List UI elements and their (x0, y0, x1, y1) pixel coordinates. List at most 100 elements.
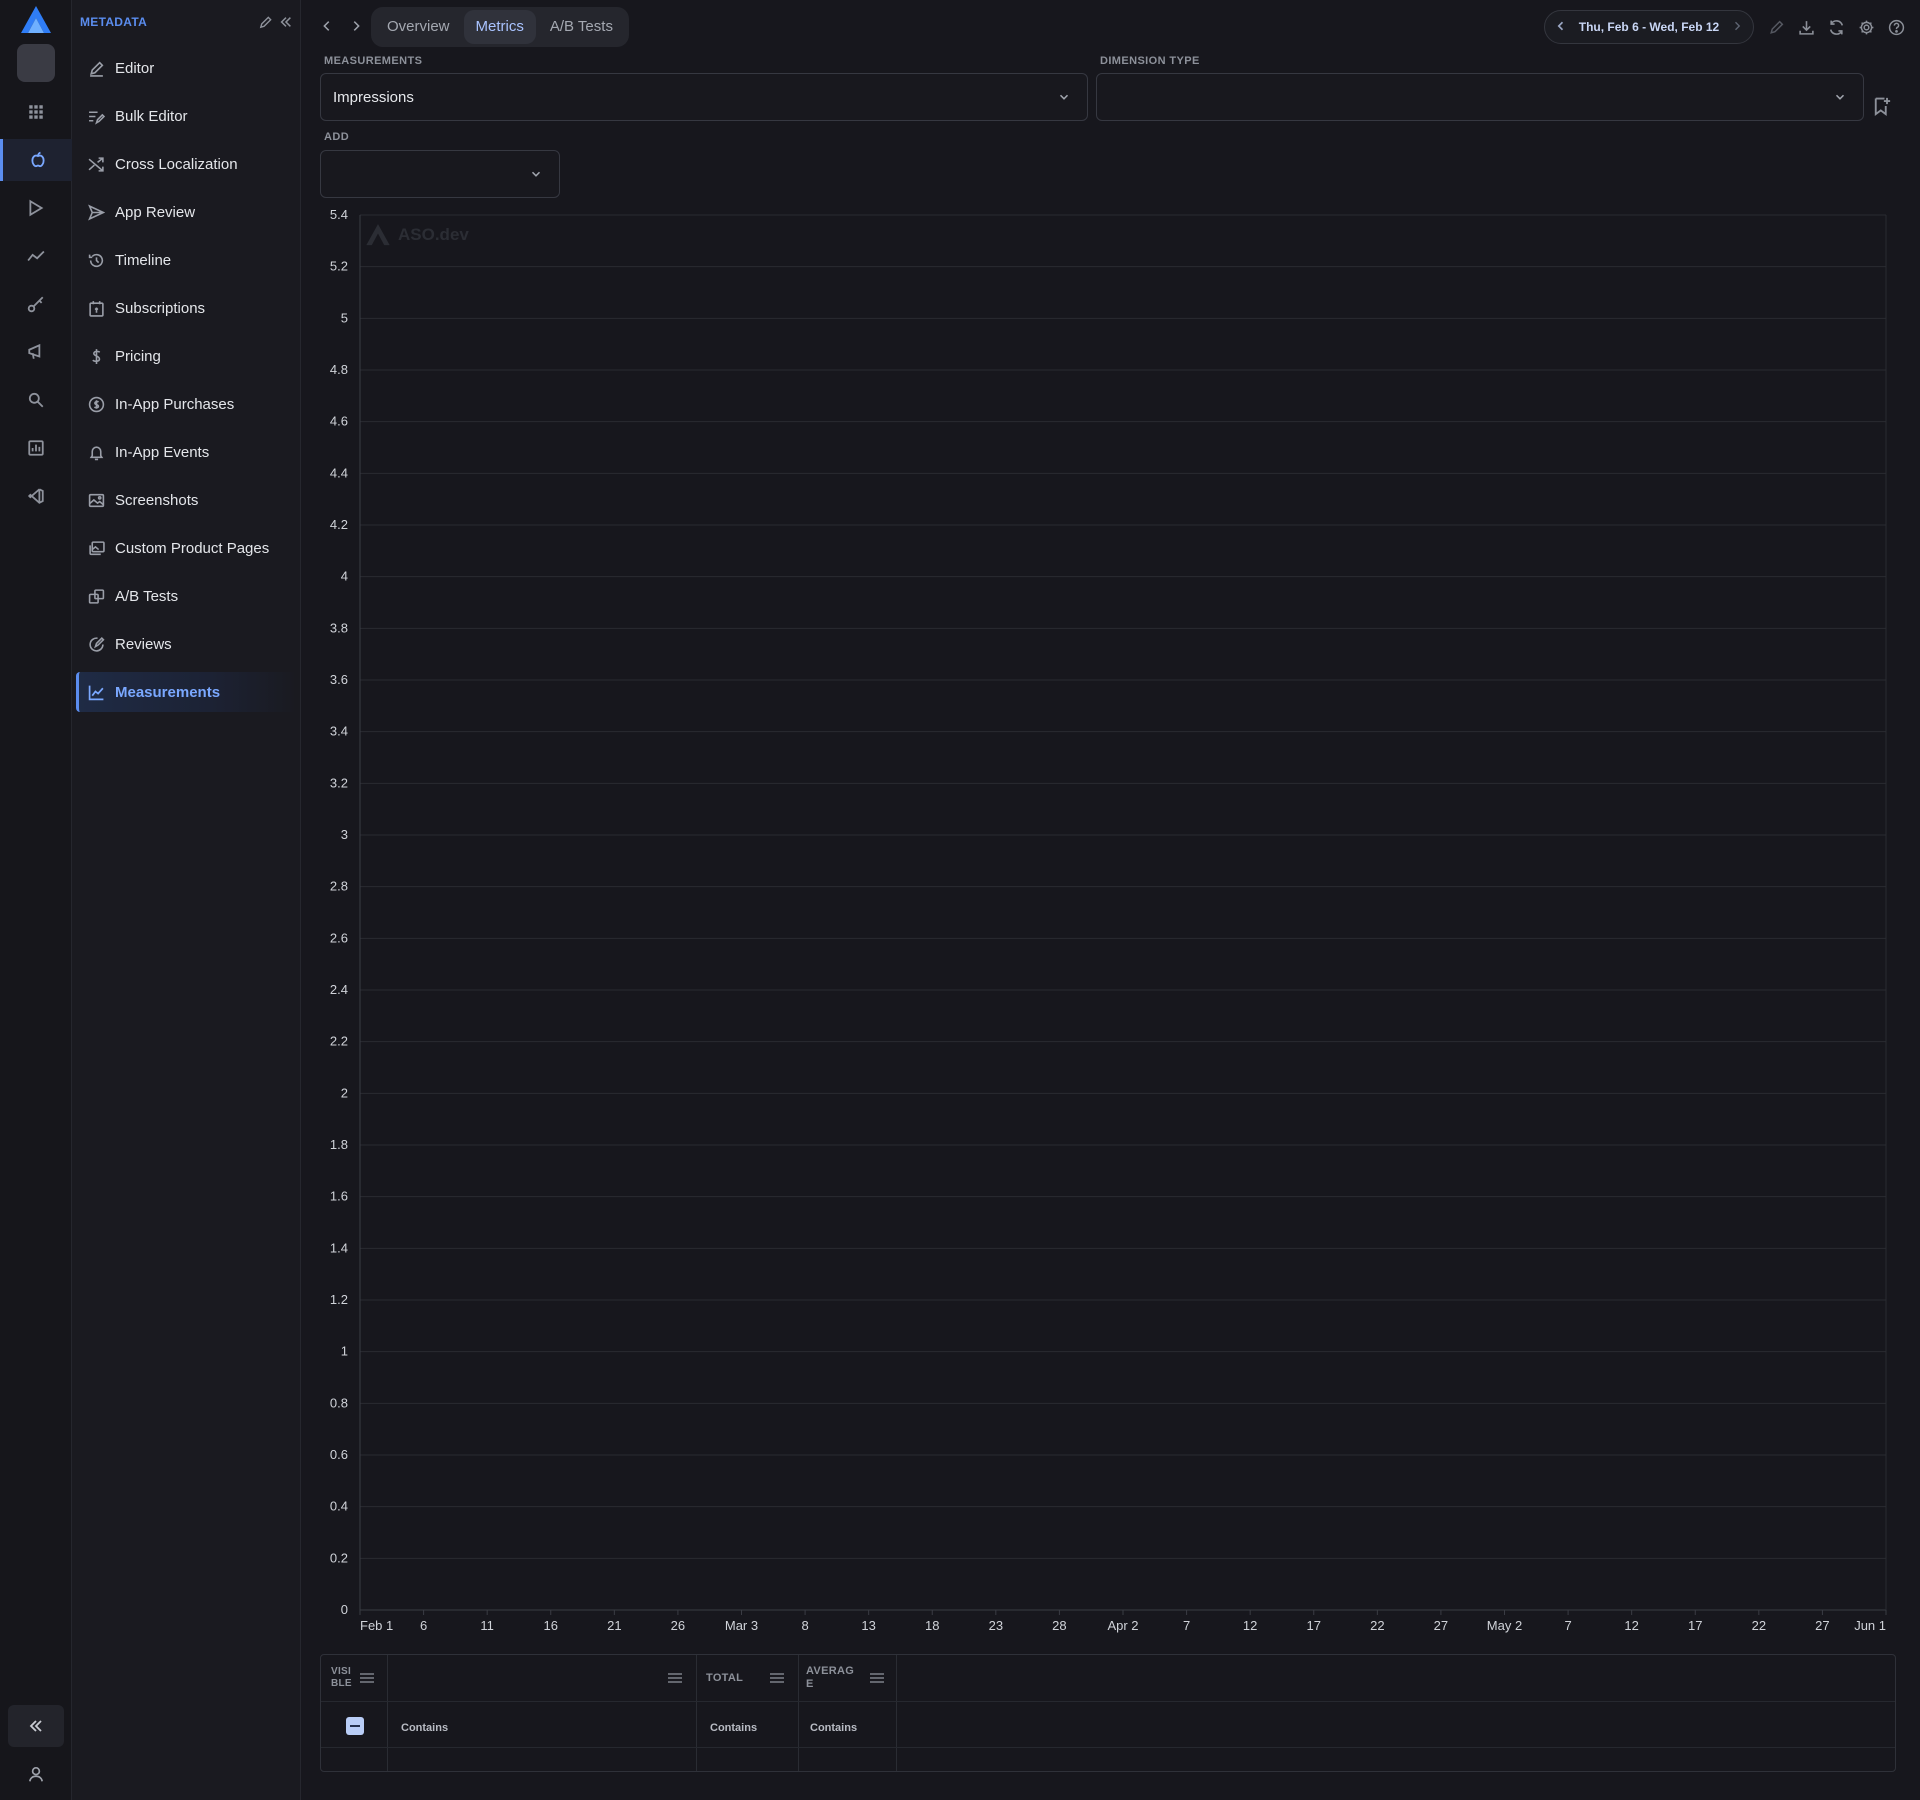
measurements-select[interactable]: Impressions (320, 73, 1088, 121)
column-menu-icon[interactable] (359, 1672, 375, 1684)
apps-grid-icon[interactable] (0, 91, 72, 133)
column-menu-icon[interactable] (869, 1672, 885, 1684)
y-tick-label: 1.4 (330, 1240, 348, 1255)
image-icon (88, 493, 105, 507)
app-logo-icon[interactable] (18, 4, 54, 36)
column-header-average[interactable]: AVERAGE (806, 1655, 856, 1701)
tab-ab-tests[interactable]: A/B Tests (538, 10, 625, 44)
tab-metrics[interactable]: Metrics (463, 10, 536, 44)
total-filter[interactable]: Contains (710, 1722, 757, 1734)
average-filter[interactable]: Contains (810, 1722, 857, 1734)
megaphone-icon[interactable] (0, 331, 72, 373)
x-tick-label: Jun 1 (1854, 1618, 1886, 1633)
forward-button[interactable] (344, 14, 368, 38)
sidebar-item-screenshots[interactable]: Screenshots (76, 480, 297, 520)
vscode-icon[interactable] (0, 475, 72, 517)
sidebar-item-subscriptions[interactable]: Subscriptions (76, 288, 297, 328)
sidebar-item-measurements[interactable]: Measurements (76, 672, 297, 712)
chart-svg: 0 0.2 0.4 0.6 0.8 1 1.2 1.4 1.6 1.8 2 2.2 2.4 2.6 2.8 3… (330, 207, 1887, 1633)
sidebar-item-bulk-editor[interactable]: Bulk Editor (76, 96, 297, 136)
y-tick-label: 4.8 (330, 362, 348, 377)
name-filter[interactable]: Contains (401, 1722, 448, 1734)
tab-bar: Overview Metrics A/B Tests (371, 7, 629, 47)
date-prev-icon[interactable] (1555, 19, 1567, 35)
date-range-picker[interactable]: Thu, Feb 6 - Wed, Feb 12 (1544, 10, 1754, 44)
refresh-icon[interactable] (1825, 16, 1847, 38)
collapse-sidebar-icon[interactable] (276, 12, 296, 32)
x-tick-label: 16 (544, 1618, 558, 1633)
edit-pencil-icon[interactable] (255, 12, 275, 32)
measurements-label: MEASUREMENTS (324, 55, 423, 67)
app-avatar[interactable] (17, 44, 55, 82)
chevron-down-icon (1059, 94, 1069, 100)
column-menu-icon[interactable] (667, 1672, 683, 1684)
x-tick-label: 11 (480, 1618, 494, 1633)
y-tick-label: 5.4 (330, 207, 348, 222)
sidebar-item-custom-product-pages[interactable]: Custom Product Pages (76, 528, 297, 568)
sidebar-item-in-app-purchases[interactable]: In-App Purchases (76, 384, 297, 424)
sidebar-item-pricing[interactable]: Pricing (76, 336, 297, 376)
trend-icon[interactable] (0, 235, 72, 277)
x-tick-label: Mar 3 (725, 1618, 758, 1633)
date-next-icon[interactable] (1731, 19, 1743, 35)
column-header-total[interactable]: TOTAL (706, 1655, 743, 1701)
shuffle-icon (88, 156, 104, 172)
y-tick-label: 3.4 (330, 724, 348, 739)
chevron-right-icon (353, 21, 360, 31)
collapse-rail-button[interactable] (8, 1705, 64, 1747)
bell-icon (89, 445, 104, 460)
ab-test-icon (88, 588, 105, 604)
add-select[interactable] (320, 150, 560, 198)
y-tick-label: 4 (341, 569, 348, 584)
x-tick-label: 26 (671, 1618, 685, 1633)
y-tick-label: 1 (341, 1344, 348, 1359)
subscription-icon (89, 300, 104, 317)
sidebar-item-ab-tests[interactable]: A/B Tests (76, 576, 297, 616)
sidebar-item-editor[interactable]: Editor (76, 48, 297, 88)
column-menu-icon[interactable] (769, 1672, 785, 1684)
sidebar-item-in-app-events[interactable]: In-App Events (76, 432, 297, 472)
x-tick-label: 12 (1624, 1618, 1638, 1633)
x-tick-label: 17 (1688, 1618, 1702, 1633)
help-icon[interactable] (1885, 16, 1907, 38)
select-all-checkbox[interactable] (346, 1717, 364, 1735)
back-button[interactable] (315, 14, 339, 38)
y-tick-label: 2 (341, 1085, 348, 1100)
x-tick-label: 27 (1815, 1618, 1829, 1633)
sidebar-item-reviews[interactable]: Reviews (76, 624, 297, 664)
x-tick-label: 18 (925, 1618, 939, 1633)
chevron-left-icon (323, 21, 330, 31)
settings-gear-icon[interactable] (1855, 16, 1877, 38)
icon-rail (0, 0, 72, 1800)
download-icon[interactable] (1795, 16, 1817, 38)
bulk-edit-icon (89, 110, 105, 125)
coin-icon (88, 396, 105, 412)
analytics-icon[interactable] (0, 427, 72, 469)
y-tick-label: 3.2 (330, 775, 348, 790)
apple-icon[interactable] (0, 139, 72, 181)
dimension-type-select[interactable] (1096, 73, 1864, 121)
double-chevron-left-icon (29, 1720, 42, 1732)
edit-icon[interactable] (1765, 16, 1787, 38)
x-tick-label: 8 (801, 1618, 808, 1633)
x-tick-label: 22 (1752, 1618, 1766, 1633)
y-tick-label: 0.8 (330, 1395, 348, 1410)
y-tick-label: 1.2 (330, 1292, 348, 1307)
y-tick-label: 3.6 (330, 672, 348, 687)
sidebar-item-timeline[interactable]: Timeline (76, 240, 297, 280)
tab-overview[interactable]: Overview (375, 10, 462, 44)
user-icon[interactable] (0, 1756, 72, 1792)
column-header-visible[interactable]: VISIBLE (331, 1655, 353, 1701)
y-tick-label: 2.4 (330, 982, 348, 997)
data-grid: VISIBLE TOTAL AVERAGE Contains Contains … (320, 1654, 1896, 1772)
x-tick-label: 22 (1370, 1618, 1384, 1633)
x-tick-label: 6 (420, 1618, 427, 1633)
search-keywords-icon[interactable] (0, 379, 72, 421)
sidebar-item-label: In-App Events (115, 443, 210, 461)
sidebar-item-cross-localization[interactable]: Cross Localization (76, 144, 297, 184)
sidebar-item-app-review[interactable]: App Review (76, 192, 297, 232)
key-icon[interactable] (0, 283, 72, 325)
bookmark-add-icon[interactable] (1872, 96, 1892, 116)
google-play-icon[interactable] (0, 187, 72, 229)
y-tick-label: 3.8 (330, 620, 348, 635)
